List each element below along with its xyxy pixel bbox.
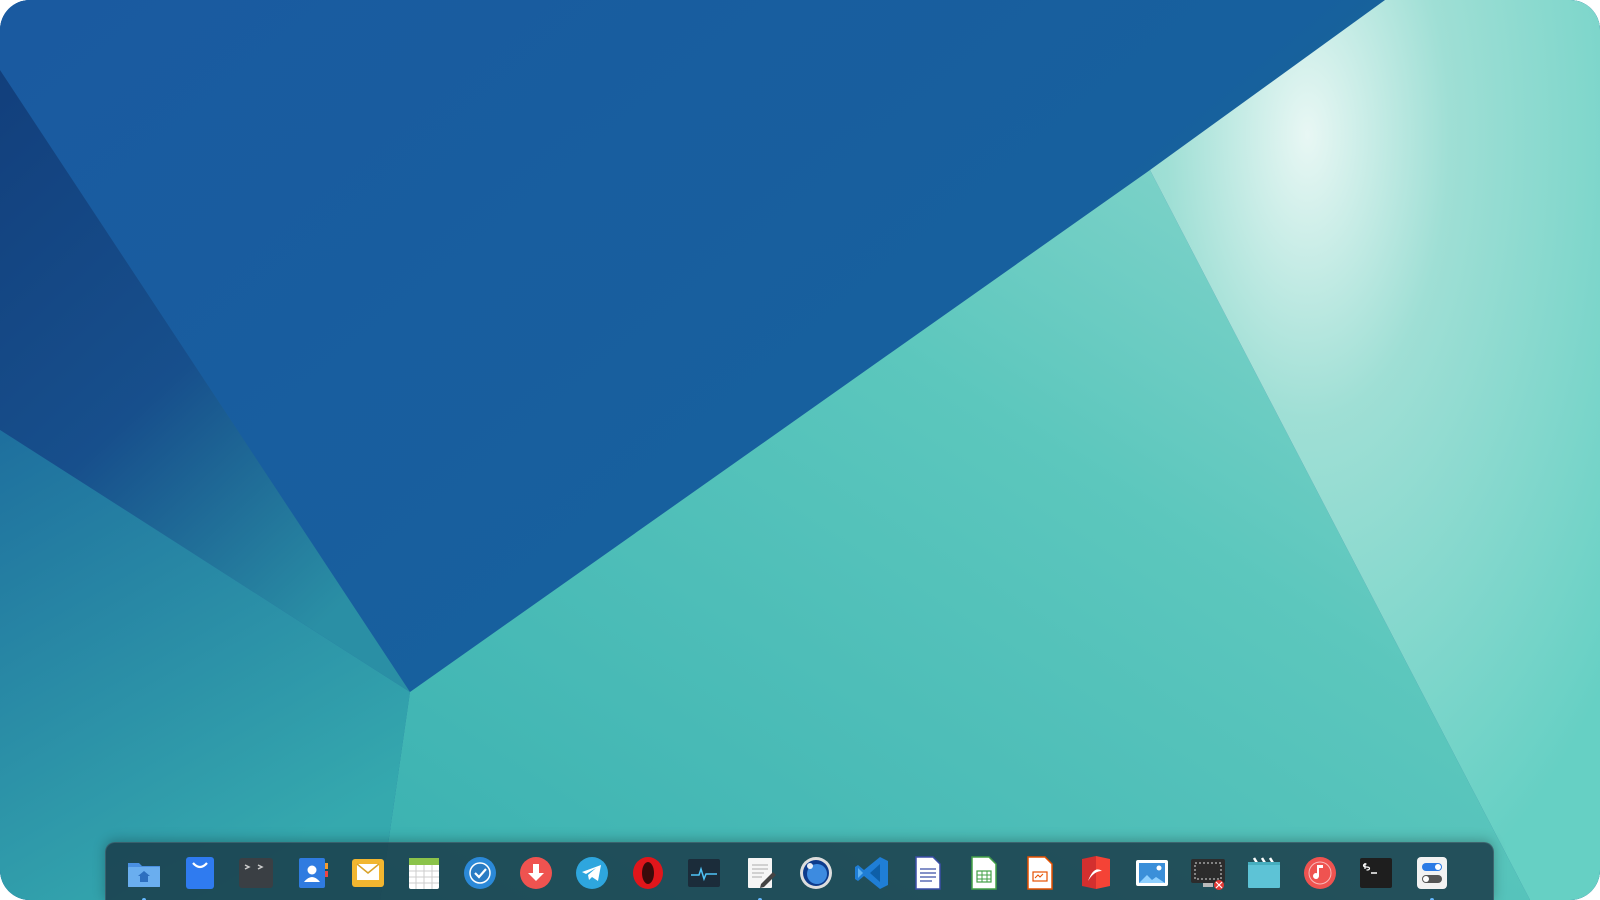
text-editor-icon[interactable] xyxy=(738,851,782,900)
image-viewer-icon[interactable] xyxy=(1130,851,1174,895)
mail-icon[interactable] xyxy=(346,851,390,895)
video-player-icon[interactable] xyxy=(1242,851,1286,895)
contacts-icon[interactable] xyxy=(290,851,334,895)
app-store-icon[interactable] xyxy=(178,851,222,895)
pdf-reader-icon[interactable] xyxy=(1074,851,1118,895)
vscode-icon[interactable] xyxy=(850,851,894,895)
desktop-wallpaper xyxy=(0,0,1600,900)
file-manager-icon[interactable] xyxy=(122,851,166,900)
system-monitor-icon[interactable] xyxy=(682,851,726,895)
desktop-screen xyxy=(0,0,1600,900)
music-player-icon[interactable] xyxy=(1298,851,1342,895)
terminal-theme-icon[interactable] xyxy=(234,851,278,895)
libreoffice-impress-icon[interactable] xyxy=(1018,851,1062,895)
telegram-icon[interactable] xyxy=(570,851,614,895)
opera-browser-icon[interactable] xyxy=(626,851,670,895)
tasks-check-icon[interactable] xyxy=(458,851,502,895)
screen-recorder-icon[interactable] xyxy=(1186,851,1230,895)
libreoffice-calc-icon[interactable] xyxy=(962,851,1006,895)
downloader-icon[interactable] xyxy=(514,851,558,895)
settings-toggle-icon[interactable] xyxy=(1410,851,1454,900)
calendar-icon[interactable] xyxy=(402,851,446,895)
libreoffice-writer-icon[interactable] xyxy=(906,851,950,895)
camera-lens-icon[interactable] xyxy=(794,851,838,895)
terminal-icon[interactable] xyxy=(1354,851,1398,895)
dock xyxy=(105,842,1494,900)
